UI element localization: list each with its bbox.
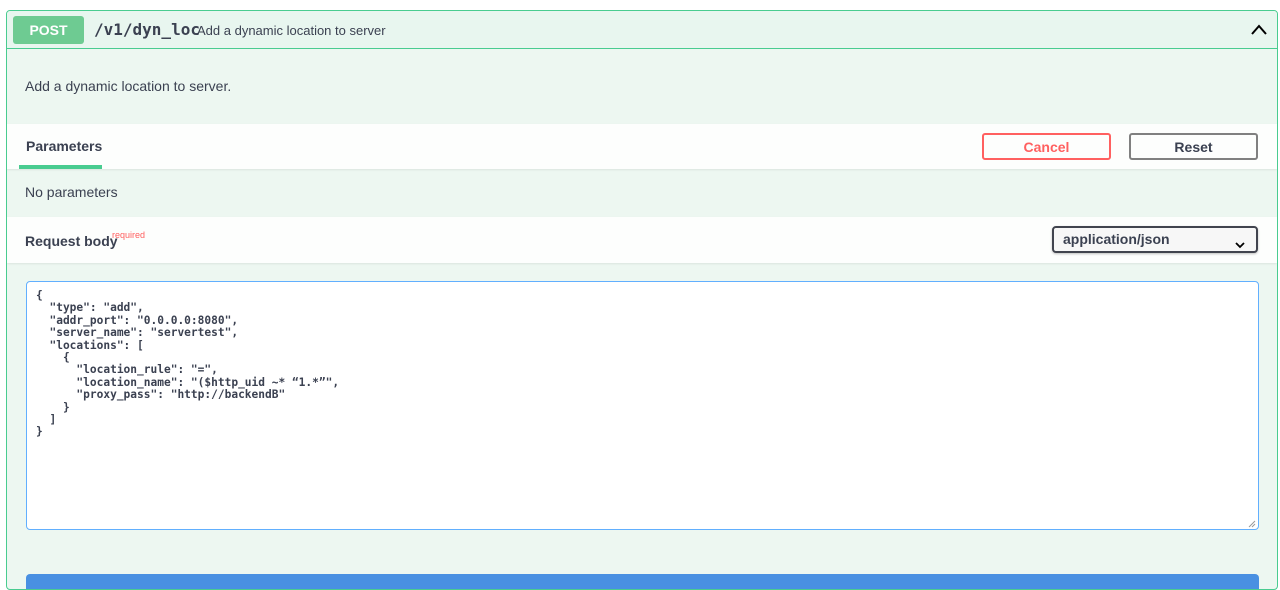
content-type-select[interactable]: application/json [1052, 226, 1258, 253]
chevron-up-icon[interactable] [1249, 21, 1269, 39]
tab-parameters[interactable]: Parameters [19, 124, 109, 169]
operation-summary-text: Add a dynamic location to server [197, 23, 386, 38]
description-text: Add a dynamic location to server. [25, 78, 232, 94]
content-type-value: application/json [1063, 231, 1170, 247]
operation-description: Add a dynamic location to server. [7, 50, 1277, 124]
tab-active-indicator [19, 165, 102, 169]
cancel-button[interactable]: Cancel [982, 133, 1111, 160]
post-operation-block: POST /v1/dyn_loc Add a dynamic location … [6, 10, 1278, 590]
request-body-editor[interactable]: { "type": "add", "addr_port": "0.0.0.0:8… [26, 281, 1259, 530]
no-parameters-text: No parameters [25, 184, 118, 200]
request-body-header: Request body required application/json [7, 217, 1277, 263]
request-body-title: Request body [25, 233, 118, 249]
execute-button[interactable] [26, 574, 1259, 589]
resize-handle-icon[interactable] [1248, 519, 1256, 528]
reset-button[interactable]: Reset [1129, 133, 1258, 160]
required-marker: required [112, 230, 146, 240]
chevron-down-icon [1234, 234, 1246, 249]
parameters-header: Parameters Cancel Reset [7, 124, 1277, 169]
operation-path: /v1/dyn_loc [94, 20, 200, 39]
method-badge: POST [13, 16, 84, 44]
operation-summary[interactable]: POST /v1/dyn_loc Add a dynamic location … [7, 11, 1277, 49]
